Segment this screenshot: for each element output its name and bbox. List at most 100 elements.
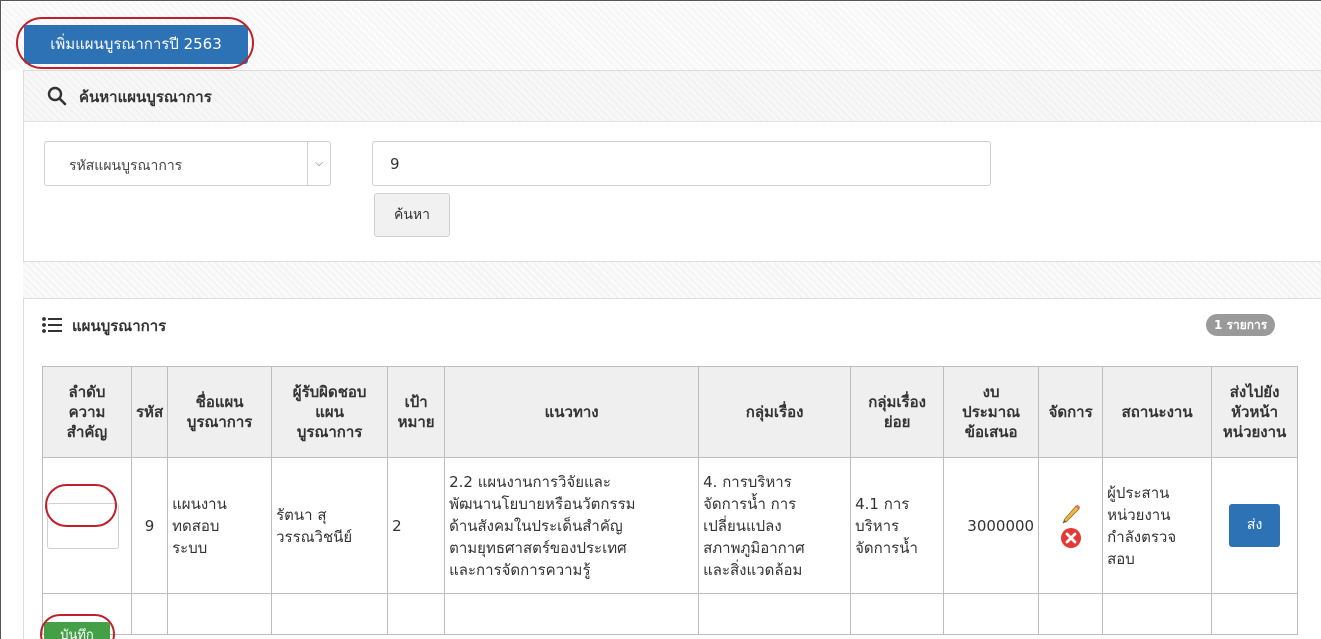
cell-line: สอบ (1107, 549, 1135, 568)
cell-line: หัวหน้า (1231, 403, 1279, 421)
save-button[interactable]: บันทึก (44, 622, 110, 639)
cell-line: ส่งไปยัง (1229, 383, 1280, 401)
cell-line: หมาย (397, 413, 435, 431)
footer-cell (1211, 593, 1299, 635)
footer-cell (387, 593, 446, 635)
cell-line: แนวทาง (544, 403, 599, 421)
list-icon (42, 317, 62, 333)
footer-cell (850, 593, 945, 635)
chevron-down-icon[interactable]: ⌵ (307, 142, 330, 185)
cell-line: จัดการ (1048, 403, 1093, 421)
column-header-approach: แนวทาง (444, 366, 700, 458)
cell-line: ชื่อแผน (195, 393, 244, 411)
search-panel-header: ค้นหาแผนบูรณาการ (24, 71, 1321, 122)
cell-line: และการจัดการความรู้ (449, 560, 591, 579)
cell-line: ผู้ประสาน (1107, 483, 1170, 502)
column-header-owner: ผู้รับผิดชอบแผนบูรณาการ (271, 366, 389, 458)
cell-line: บูรณาการ (186, 413, 253, 431)
cell-line: จัดการน้ำ การ (703, 494, 797, 513)
cell-line: พัฒนานโยบายหรือนวัตกรรม (449, 494, 636, 513)
cell-line: ความ (68, 403, 106, 421)
search-field-select-value: รหัสแผนบูรณาการ (69, 158, 183, 174)
footer-cell (167, 593, 273, 635)
cell-line: ข้อเสนอ (964, 423, 1018, 441)
page-frame: เพิ่มแผนบูรณาการปี 2563 ค้นหาแผนบูรณาการ… (0, 0, 1321, 639)
column-header-status: สถานะงาน (1102, 366, 1213, 458)
table-row: 9 แผนงาน ทดสอบ ระบบ รัตนา สุ วรรณวิชนีย์ 2 … (42, 457, 1299, 594)
table-row-footer (42, 593, 1299, 635)
cell-line: แผน (315, 403, 344, 421)
column-header-subtopic: กลุ่มเรื่องย่อย (850, 366, 945, 458)
cell-line: รัตนา สุ (276, 505, 327, 524)
footer-cell (130, 593, 169, 635)
cell-line: ประมาณ (962, 403, 1021, 421)
budget-cell: 3000000 (943, 457, 1040, 594)
plans-table: ลำดับ ความ สำคัญ รหัส ชื่อแผน บูรณาการ ผู้ร… (42, 366, 1299, 635)
cell-line: ตามยุทธศาสตร์ของประเทศ (449, 538, 627, 557)
cell-line: 2.2 แผนงานการวิจัยและ (449, 472, 611, 491)
priority-cell (42, 457, 132, 594)
column-header-priority: ลำดับ ความ สำคัญ (42, 366, 132, 458)
owner-cell: รัตนา สุวรรณวิชนีย์ (271, 457, 389, 594)
plan-name-cell: แผนงานทดสอบระบบ (167, 457, 273, 594)
result-count-badge: 1 รายการ (1206, 314, 1276, 336)
top-toolbar: เพิ่มแผนบูรณาการปี 2563 (2, 2, 1321, 70)
send-cell: ส่ง (1211, 457, 1299, 594)
code-cell: 9 (130, 457, 169, 594)
column-header-plan-name: ชื่อแผนบูรณาการ (167, 366, 273, 458)
table-header-row: ลำดับ ความ สำคัญ รหัส ชื่อแผน บูรณาการ ผู้ร… (42, 366, 1299, 458)
column-header-send: ส่งไปยังหัวหน้าหน่วยงาน (1211, 366, 1299, 458)
cell-line: 4. การบริหาร (703, 472, 792, 491)
column-header-topic: กลุ่มเรื่อง (698, 366, 852, 458)
column-header-budget: งบ ประมาณ ข้อเสนอ (943, 366, 1040, 458)
send-to-head-button[interactable]: ส่ง (1229, 504, 1281, 547)
cell-line: แผนงาน (172, 494, 227, 513)
cell-line: 4.1 การ (855, 494, 910, 513)
plans-panel-title: แผนบูรณาการ (72, 317, 167, 335)
cell-line: บริหาร (855, 516, 900, 535)
footer-cell (1038, 593, 1104, 635)
cell-line: วรรณวิชนีย์ (276, 527, 353, 546)
cell-line: กลุ่มเรื่อง (868, 393, 926, 411)
add-plan-button[interactable]: เพิ่มแผนบูรณาการปี 2563 (24, 25, 248, 64)
cell-line: ย่อย (883, 413, 911, 431)
plans-panel-header: แผนบูรณาการ 1 รายการ (24, 299, 1321, 349)
search-panel-title: ค้นหาแผนบูรณาการ (79, 88, 212, 106)
search-input[interactable] (372, 141, 991, 186)
subtopic-cell: 4.1 การบริหารจัดการน้ำ (850, 457, 945, 594)
cell-line: กำลังตรวจ (1107, 527, 1177, 546)
cell-line: หน่วยงาน (1107, 505, 1171, 524)
column-header-code: รหัส (130, 366, 169, 458)
column-header-target: เป้าหมาย (387, 366, 446, 458)
delete-x-icon[interactable] (1060, 527, 1082, 549)
cell-line: สภาพภูมิอากาศ (703, 538, 805, 557)
cell-line: เป้า (404, 393, 428, 411)
cell-line: บูรณาการ (296, 423, 363, 441)
pencil-icon[interactable] (1060, 503, 1082, 525)
cell-line: สถานะงาน (1121, 403, 1193, 421)
cell-line: รหัส (136, 403, 164, 421)
cell-line: ระบบ (172, 538, 208, 557)
cell-line: เปลี่ยนแปลง (703, 516, 782, 535)
cell-line: จัดการน้ำ (855, 538, 918, 557)
search-icon (47, 86, 67, 106)
cell-line: หน่วยงาน (1222, 423, 1287, 441)
search-button[interactable]: ค้นหา (374, 193, 450, 237)
cell-line: ด้านสังคมในประเด็นสำคัญ (449, 516, 623, 535)
cell-line: กลุ่มเรื่อง (745, 403, 804, 421)
cell-line: ทดสอบ (172, 516, 220, 535)
search-panel: ค้นหาแผนบูรณาการ รหัสแผนบูรณาการ ⌵ ค้นหา (23, 70, 1321, 262)
topic-cell: 4. การบริหารจัดการน้ำ การเปลี่ยนแปลงสภาพ… (698, 457, 852, 594)
priority-input[interactable] (47, 502, 119, 549)
column-header-manage: จัดการ (1038, 366, 1104, 458)
target-cell: 2 (387, 457, 446, 594)
cell-line: ลำดับ (68, 383, 106, 401)
status-cell: ผู้ประสานหน่วยงานกำลังตรวจสอบ (1102, 457, 1213, 594)
footer-cell (943, 593, 1040, 635)
cell-line: และสิ่งแวดล้อม (703, 560, 803, 579)
plans-panel: แผนบูรณาการ 1 รายการ ลำดับ ความ สำคัญ รหัส… (23, 298, 1321, 639)
footer-cell (444, 593, 700, 635)
cell-line: ผู้รับผิดชอบ (292, 383, 367, 401)
search-field-select[interactable]: รหัสแผนบูรณาการ ⌵ (44, 141, 331, 186)
approach-cell: 2.2 แผนงานการวิจัยและพัฒนานโยบายหรือนวัต… (444, 457, 700, 594)
